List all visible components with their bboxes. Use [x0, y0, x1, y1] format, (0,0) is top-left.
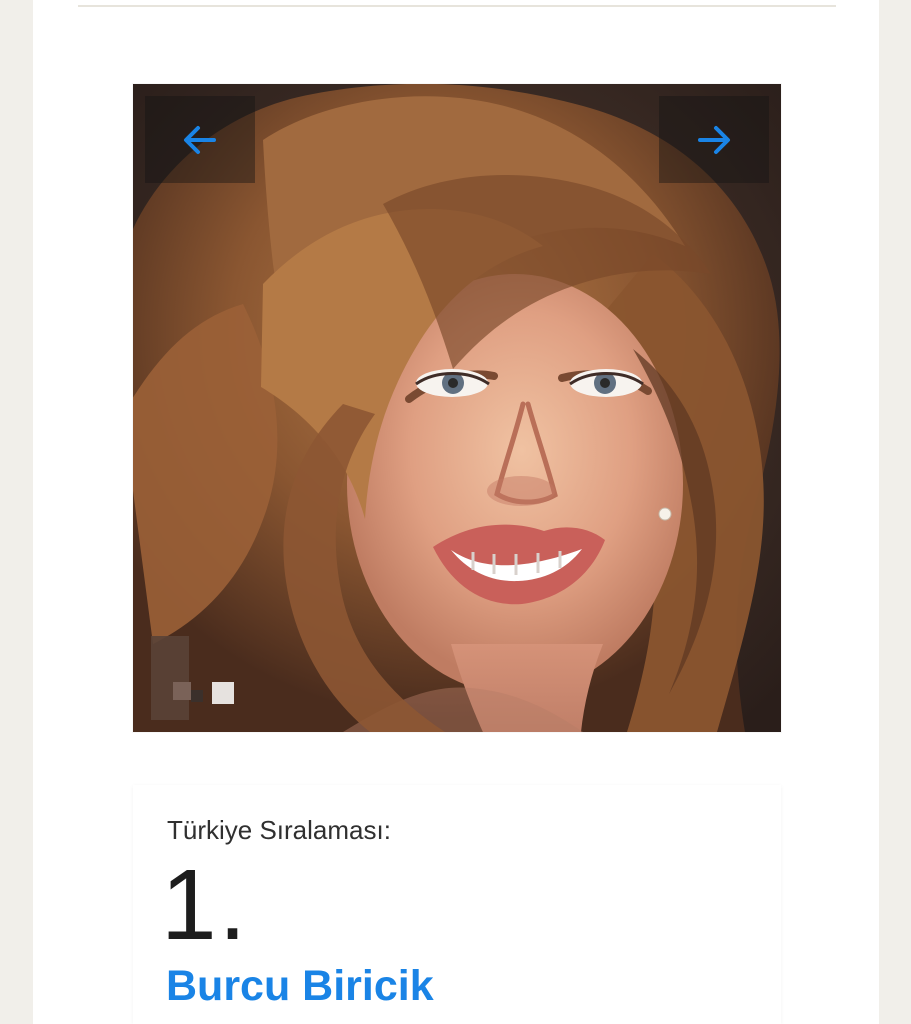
ranking-card: Türkiye Sıralaması: 1. Burcu Biricik — [133, 785, 781, 1024]
next-image-button[interactable] — [659, 96, 769, 183]
content-page: Türkiye Sıralaması: 1. Burcu Biricik — [33, 0, 879, 1024]
ranking-label: Türkiye Sıralaması: — [167, 815, 391, 845]
arrow-left-icon — [184, 125, 216, 154]
arrow-right-icon — [698, 125, 730, 154]
ranking-value: 1. — [161, 849, 249, 961]
photo-gallery — [133, 84, 781, 732]
person-name-link[interactable]: Burcu Biricik — [166, 965, 434, 1008]
previous-image-button[interactable] — [145, 96, 255, 183]
top-divider — [78, 5, 836, 7]
